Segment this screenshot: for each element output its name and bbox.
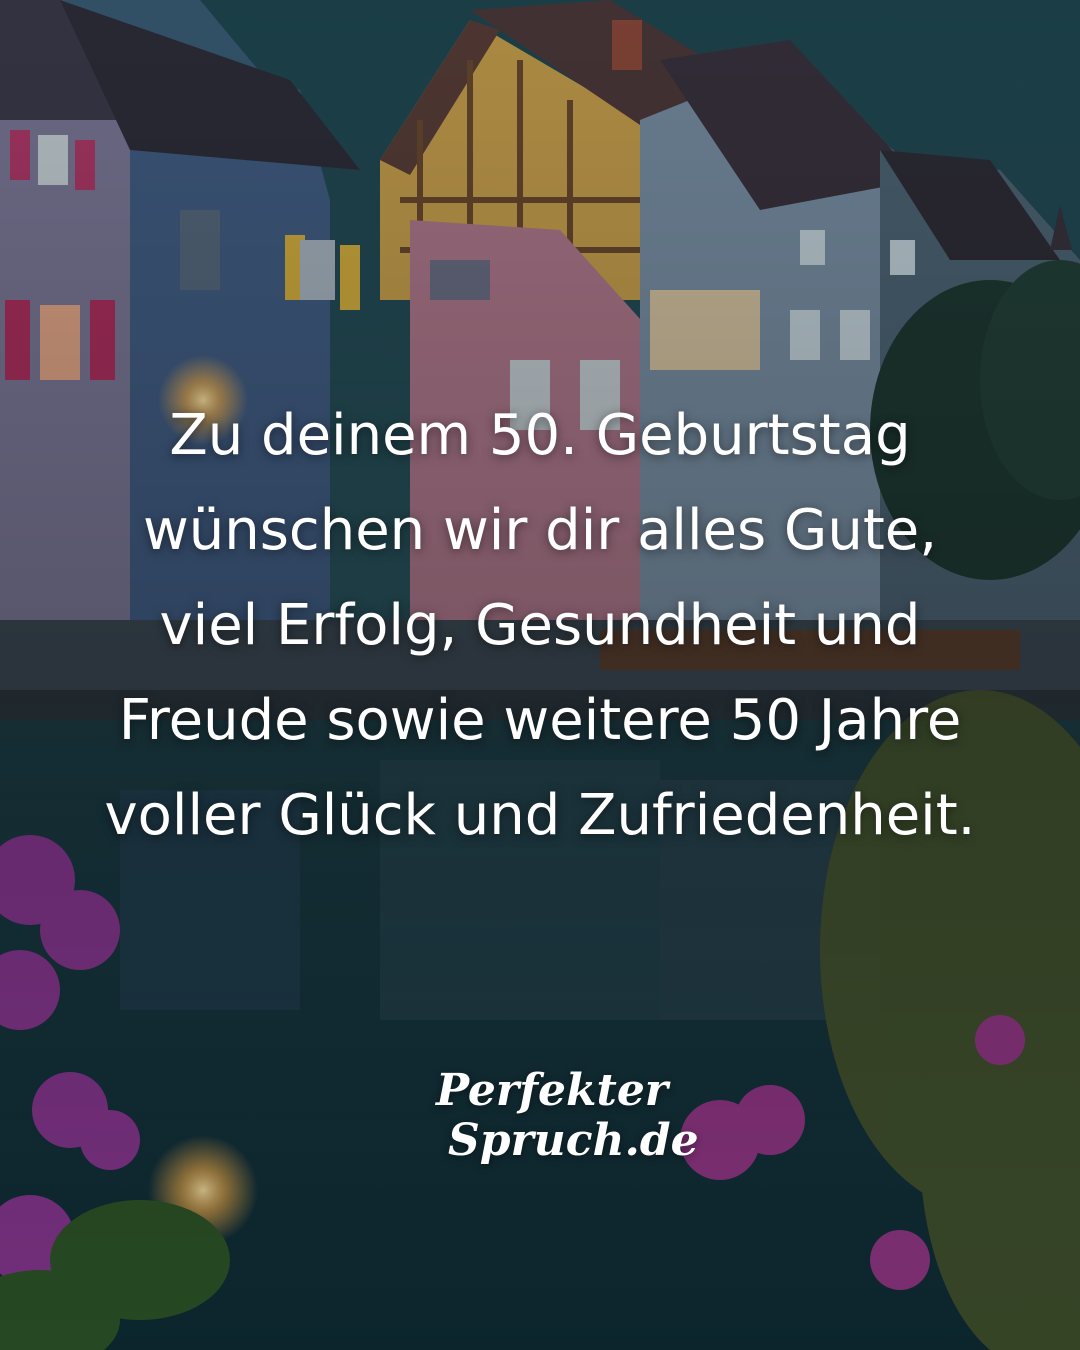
- birthday-quote: Zu deinem 50. Geburtstag wünschen wir di…: [0, 388, 1080, 863]
- quote-line: Zu deinem 50. Geburtstag: [169, 403, 911, 468]
- quote-line: Freude sowie weitere 50 Jahre: [118, 688, 962, 753]
- quote-line: viel Erfolg, Gesundheit und: [159, 593, 921, 658]
- quote-line: wünschen wir dir alles Gute,: [142, 498, 938, 563]
- quote-line: voller Glück und Zufriedenheit.: [104, 783, 976, 848]
- perfekter-spruch-logo: Perfekter Spruch.de: [436, 1065, 699, 1166]
- logo-line-2: Spruch.de: [448, 1115, 699, 1166]
- logo-line-1: Perfekter: [436, 1065, 668, 1116]
- quote-card: Zu deinem 50. Geburtstag wünschen wir di…: [0, 0, 1080, 1350]
